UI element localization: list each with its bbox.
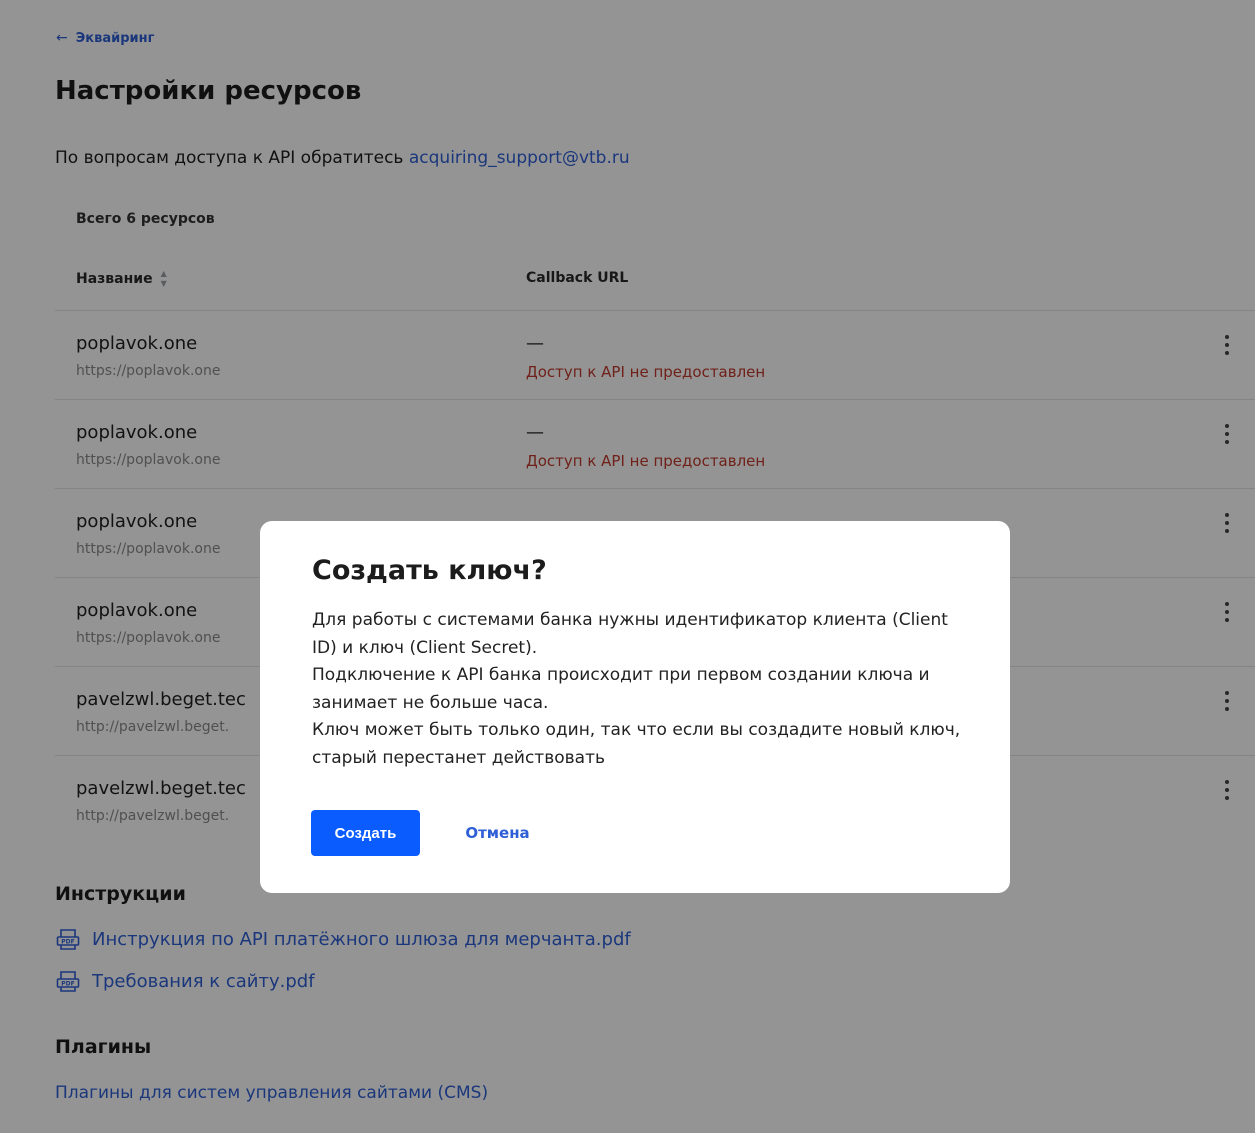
cancel-button[interactable]: Отмена — [450, 810, 545, 856]
dialog-paragraph: Ключ может быть только один, так что есл… — [312, 720, 961, 768]
dialog-paragraph: Подключение к API банка происходит при п… — [312, 665, 930, 713]
create-button[interactable]: Создать — [311, 810, 420, 856]
dialog-body: Для работы с системами банка нужны идент… — [312, 607, 972, 772]
dialog-paragraph: Для работы с системами банка нужны идент… — [312, 610, 948, 658]
dialog-title: Создать ключ? — [312, 555, 547, 586]
create-key-dialog: Создать ключ? Для работы с системами бан… — [260, 521, 1010, 893]
